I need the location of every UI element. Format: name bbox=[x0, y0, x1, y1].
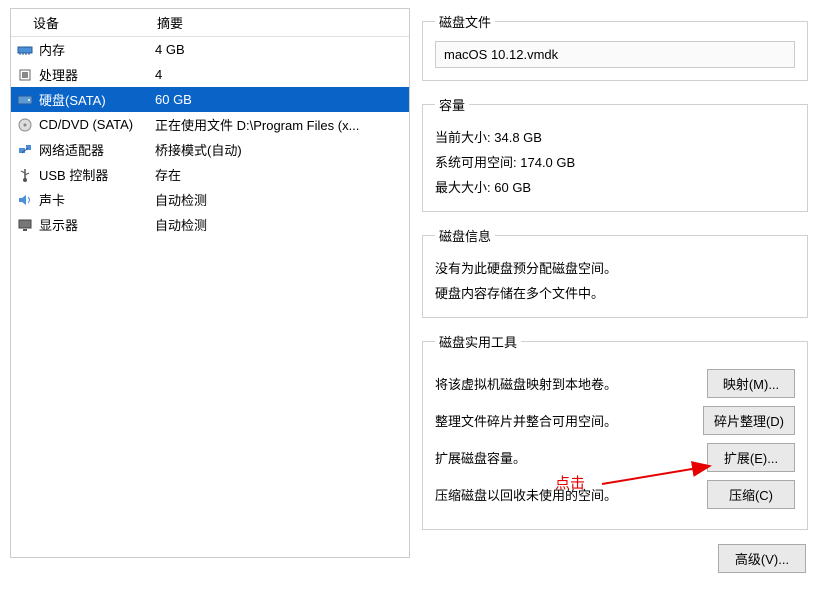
device-summary: 60 GB bbox=[155, 92, 405, 107]
advanced-button[interactable]: 高级(V)... bbox=[718, 544, 806, 573]
device-name: 声卡 bbox=[35, 190, 155, 209]
compact-description: 压缩磁盘以回收未使用的空间。 bbox=[435, 485, 707, 504]
device-summary: 4 GB bbox=[155, 42, 405, 57]
device-summary: 4 bbox=[155, 67, 405, 82]
device-row[interactable]: CD/DVD (SATA)正在使用文件 D:\Program Files (x.… bbox=[11, 112, 409, 137]
device-name: 内存 bbox=[35, 40, 155, 59]
device-row[interactable]: 硬盘(SATA)60 GB bbox=[11, 87, 409, 112]
device-summary: 存在 bbox=[155, 165, 405, 184]
defrag-description: 整理文件碎片并整合可用空间。 bbox=[435, 411, 703, 430]
detail-panel: 磁盘文件 macOS 10.12.vmdk 容量 当前大小: 34.8 GB 系… bbox=[422, 8, 818, 573]
memory-icon bbox=[15, 42, 35, 58]
device-name: 网络适配器 bbox=[35, 140, 155, 159]
device-name: CD/DVD (SATA) bbox=[35, 117, 155, 132]
usb-icon bbox=[15, 167, 35, 183]
device-summary: 桥接模式(自动) bbox=[155, 140, 405, 159]
expand-description: 扩展磁盘容量。 bbox=[435, 448, 707, 467]
device-list-header: 设备 摘要 bbox=[11, 9, 409, 37]
device-row[interactable]: 声卡自动检测 bbox=[11, 187, 409, 212]
map-button[interactable]: 映射(M)... bbox=[707, 369, 795, 398]
device-row[interactable]: USB 控制器存在 bbox=[11, 162, 409, 187]
compact-button[interactable]: 压缩(C) bbox=[707, 480, 795, 509]
capacity-legend: 容量 bbox=[435, 95, 469, 114]
device-row[interactable]: 网络适配器桥接模式(自动) bbox=[11, 137, 409, 162]
device-list-body: 内存4 GB处理器4硬盘(SATA)60 GBCD/DVD (SATA)正在使用… bbox=[11, 37, 409, 237]
disk-file-legend: 磁盘文件 bbox=[435, 12, 495, 31]
display-icon bbox=[15, 217, 35, 233]
device-name: 显示器 bbox=[35, 215, 155, 234]
col-header-device: 设备 bbox=[11, 9, 151, 36]
device-name: USB 控制器 bbox=[35, 165, 155, 184]
device-name: 硬盘(SATA) bbox=[35, 90, 155, 109]
disk-utilities-group: 磁盘实用工具 将该虚拟机磁盘映射到本地卷。 映射(M)... 整理文件碎片并整合… bbox=[422, 332, 808, 530]
capacity-free: 系统可用空间: 174.0 GB bbox=[435, 149, 795, 174]
capacity-max: 最大大小: 60 GB bbox=[435, 174, 795, 199]
cpu-icon bbox=[15, 67, 35, 83]
cd-icon bbox=[15, 117, 35, 133]
sound-icon bbox=[15, 192, 35, 208]
disk-file-group: 磁盘文件 macOS 10.12.vmdk bbox=[422, 12, 808, 81]
hdd-icon bbox=[15, 92, 35, 108]
device-row[interactable]: 内存4 GB bbox=[11, 37, 409, 62]
disk-file-field[interactable]: macOS 10.12.vmdk bbox=[435, 41, 795, 68]
disk-info-group: 磁盘信息 没有为此硬盘预分配磁盘空间。 硬盘内容存储在多个文件中。 bbox=[422, 226, 808, 318]
capacity-group: 容量 当前大小: 34.8 GB 系统可用空间: 174.0 GB 最大大小: … bbox=[422, 95, 808, 212]
net-icon bbox=[15, 142, 35, 158]
device-row[interactable]: 显示器自动检测 bbox=[11, 212, 409, 237]
disk-info-line-1: 没有为此硬盘预分配磁盘空间。 bbox=[435, 255, 795, 280]
disk-info-line-2: 硬盘内容存储在多个文件中。 bbox=[435, 280, 795, 305]
device-summary: 自动检测 bbox=[155, 215, 405, 234]
device-list-panel: 设备 摘要 内存4 GB处理器4硬盘(SATA)60 GBCD/DVD (SAT… bbox=[10, 8, 410, 558]
capacity-current: 当前大小: 34.8 GB bbox=[435, 124, 795, 149]
defrag-button[interactable]: 碎片整理(D) bbox=[703, 406, 795, 435]
expand-button[interactable]: 扩展(E)... bbox=[707, 443, 795, 472]
map-description: 将该虚拟机磁盘映射到本地卷。 bbox=[435, 374, 707, 393]
device-summary: 自动检测 bbox=[155, 190, 405, 209]
disk-utilities-legend: 磁盘实用工具 bbox=[435, 332, 521, 351]
device-row[interactable]: 处理器4 bbox=[11, 62, 409, 87]
col-header-summary: 摘要 bbox=[151, 9, 409, 36]
device-summary: 正在使用文件 D:\Program Files (x... bbox=[155, 115, 405, 134]
device-name: 处理器 bbox=[35, 65, 155, 84]
disk-info-legend: 磁盘信息 bbox=[435, 226, 495, 245]
